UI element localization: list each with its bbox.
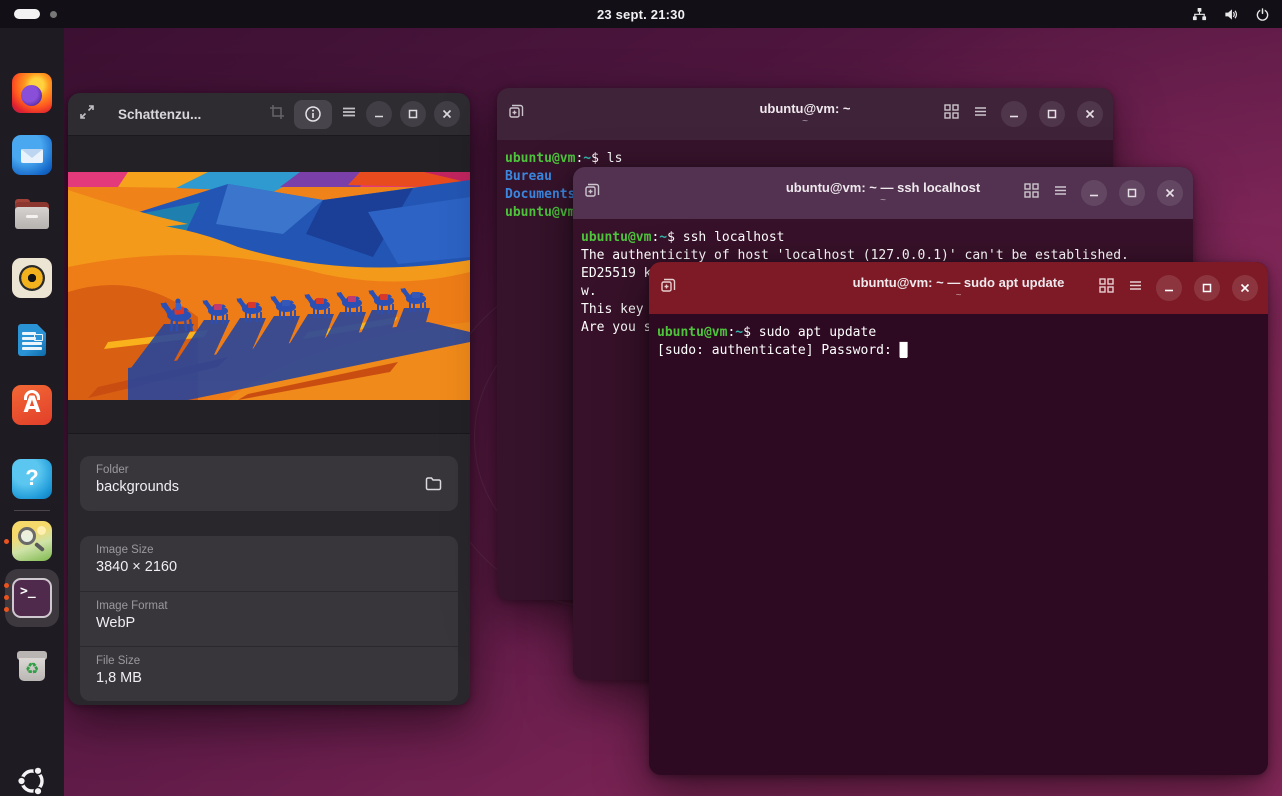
dock-item-app-center[interactable]: A: [12, 385, 52, 425]
terminal-window-sudo-apt-update: ubuntu@vm: ~ — sudo apt update ~ ubuntu@…: [649, 262, 1268, 775]
terminal-titlebar[interactable]: ubuntu@vm: ~ — ssh localhost ~: [573, 167, 1193, 219]
dock-divider: [14, 510, 50, 511]
image-viewer-titlebar[interactable]: Schattenzu...: [68, 93, 470, 136]
running-indicator-dot: [4, 607, 9, 612]
maximize-button[interactable]: [1039, 101, 1065, 127]
minimize-button[interactable]: [1001, 101, 1027, 127]
window-title: ubuntu@vm: ~ — sudo apt update: [853, 275, 1065, 290]
dock-item-show-apps[interactable]: [16, 765, 48, 796]
terminal-titlebar[interactable]: ubuntu@vm: ~ ~: [497, 88, 1113, 140]
window-subtitle: ~: [956, 290, 962, 302]
system-tray[interactable]: [1192, 0, 1270, 28]
files-icon: [12, 195, 52, 235]
window-title: ubuntu@vm: ~: [759, 101, 850, 116]
image-canvas: [68, 136, 470, 432]
dock: A ? >_ ♻: [0, 28, 64, 796]
workspace-active-pill: [14, 9, 40, 19]
tab-overview-icon[interactable]: [943, 103, 960, 125]
dock-item-help[interactable]: ?: [12, 459, 52, 499]
image-viewer-icon: [12, 521, 52, 561]
app-center-icon: A: [12, 385, 52, 425]
property-value: 1,8 MB: [96, 670, 442, 686]
network-wired-icon: [1192, 7, 1207, 22]
fullscreen-expand-icon[interactable]: [78, 103, 96, 126]
ubuntu-logo-icon: [16, 765, 48, 796]
workspace-indicator[interactable]: [14, 0, 57, 28]
property-value: WebP: [96, 615, 442, 631]
terminal-icon: >_: [12, 578, 52, 618]
maximize-button[interactable]: [1119, 180, 1145, 206]
clock[interactable]: 23 sept. 21:30: [597, 7, 685, 22]
top-bar: 23 sept. 21:30: [0, 0, 1282, 28]
running-indicator-dot: [4, 583, 9, 588]
firefox-icon: [12, 73, 52, 113]
folder-icon: [425, 476, 442, 491]
maximize-button[interactable]: [1194, 275, 1220, 301]
help-icon: ?: [12, 459, 52, 499]
image-viewer-window: Schattenzu...: [68, 93, 470, 705]
dock-item-libreoffice-writer[interactable]: [12, 320, 52, 360]
property-image-format: Image Format WebP: [80, 591, 458, 646]
window-title: ubuntu@vm: ~ — ssh localhost: [786, 180, 980, 195]
menu-icon[interactable]: [1127, 277, 1144, 299]
wallpaper-image: [68, 172, 470, 400]
property-file-size: File Size 1,8 MB: [80, 646, 458, 701]
window-subtitle: ~: [802, 116, 808, 128]
info-toggle-button[interactable]: [294, 100, 332, 129]
minimize-button[interactable]: [1081, 180, 1107, 206]
minimize-button[interactable]: [366, 101, 392, 127]
open-folder-button[interactable]: [420, 470, 446, 496]
workspace-inactive-dot: [50, 11, 57, 18]
new-tab-icon[interactable]: [507, 102, 526, 126]
menu-icon[interactable]: [1052, 182, 1069, 204]
property-label: Image Size: [96, 544, 442, 556]
property-label: Folder: [96, 464, 442, 476]
dock-item-files[interactable]: [12, 195, 52, 235]
property-folder[interactable]: Folder backgrounds: [80, 456, 458, 511]
running-indicator-dot: [4, 595, 9, 600]
info-icon: [304, 105, 322, 123]
power-icon: [1255, 7, 1270, 22]
window-subtitle: ~: [880, 195, 886, 207]
maximize-button[interactable]: [400, 101, 426, 127]
property-value: backgrounds: [96, 479, 442, 495]
close-button[interactable]: [1232, 275, 1258, 301]
trash-icon: ♻: [12, 646, 52, 686]
dock-item-thunderbird[interactable]: [12, 135, 52, 175]
close-button[interactable]: [1157, 180, 1183, 206]
property-group: Image Size 3840 × 2160 Image Format WebP…: [80, 536, 458, 701]
property-image-size: Image Size 3840 × 2160: [80, 536, 458, 591]
running-indicator-dot: [4, 539, 9, 544]
dock-item-image-viewer[interactable]: [12, 521, 52, 561]
window-title: Schattenzu...: [118, 107, 201, 122]
new-tab-icon[interactable]: [583, 181, 602, 205]
new-tab-icon[interactable]: [659, 276, 678, 300]
close-button[interactable]: [434, 101, 460, 127]
tab-overview-icon[interactable]: [1098, 277, 1115, 299]
minimize-button[interactable]: [1156, 275, 1182, 301]
property-label: Image Format: [96, 600, 442, 612]
property-value: 3840 × 2160: [96, 559, 442, 575]
rhythmbox-icon: [12, 258, 52, 298]
image-properties-panel: Folder backgrounds Image Size 3840 × 216…: [68, 433, 470, 705]
terminal-titlebar[interactable]: ubuntu@vm: ~ — sudo apt update ~: [649, 262, 1268, 314]
menu-icon[interactable]: [340, 103, 358, 126]
property-label: File Size: [96, 655, 442, 667]
dock-item-terminal[interactable]: >_: [12, 578, 52, 618]
volume-icon: [1223, 7, 1239, 22]
libreoffice-writer-icon: [12, 320, 52, 360]
dock-item-trash[interactable]: ♻: [12, 646, 52, 686]
terminal-output[interactable]: ubuntu@vm:~$ sudo apt update[sudo: authe…: [649, 314, 1268, 370]
tab-overview-icon[interactable]: [1023, 182, 1040, 204]
crop-icon[interactable]: [268, 103, 286, 126]
thunderbird-icon: [12, 135, 52, 175]
dock-item-firefox[interactable]: [12, 73, 52, 113]
menu-icon[interactable]: [972, 103, 989, 125]
close-button[interactable]: [1077, 101, 1103, 127]
dock-item-rhythmbox[interactable]: [12, 258, 52, 298]
